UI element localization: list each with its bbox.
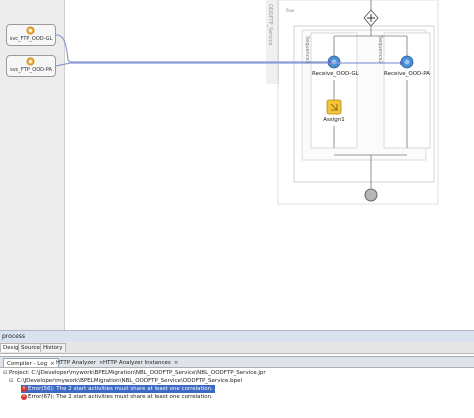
- tab-history[interactable]: History: [40, 343, 66, 352]
- editor-title-bar: process: [0, 330, 474, 342]
- process-end-icon[interactable]: [364, 188, 378, 202]
- assign-label: Assign1: [323, 117, 345, 123]
- receive-gl-label: Receive_OOD-GL: [312, 71, 359, 77]
- error-text: Error(67): The 2 start activities must s…: [28, 394, 213, 400]
- error-icon: ×: [21, 385, 27, 392]
- log-error-row[interactable]: × Error(56): The 2 start activities must …: [21, 385, 215, 393]
- link-wire-gl: [55, 34, 328, 63]
- error-icon: ×: [21, 393, 27, 400]
- compiler-log-area[interactable]: ⊟ Project: C:\JDeveloper\mywork\BPELMigr…: [0, 367, 474, 418]
- receive-pa-label: Receive_OOD-PA: [384, 71, 430, 77]
- sequence2-label: Sequence2: [377, 36, 383, 64]
- editor-title: process: [2, 333, 26, 340]
- tab-http-analyzer-label: HTTP Analyzer: [56, 360, 96, 366]
- process-diagram: [55, 0, 439, 205]
- tab-http-analyzer-instances-label: HTTP Analyzer Instances: [103, 360, 171, 366]
- log-file-line: C:\JDeveloper\mywork\BPELMigration\NBL_O…: [17, 378, 243, 384]
- sequence1-label: Sequence1: [304, 36, 310, 64]
- log-error-row[interactable]: × Error(67): The 2 start activities must …: [21, 393, 213, 401]
- close-icon[interactable]: ×: [174, 360, 179, 366]
- expand-icon[interactable]: ⊟: [3, 370, 7, 376]
- bpel-design-canvas[interactable]: svc_FTP_OOD-GL svc_FTP_OOD-PA ODDFTP_Ser…: [0, 0, 474, 330]
- error-text: Error(56): The 2 start activities must s…: [28, 386, 213, 392]
- design-tabs: Design Source History: [0, 342, 474, 354]
- collapse-icon[interactable]: ⊟: [9, 378, 13, 384]
- flow-label: flow: [286, 8, 295, 13]
- log-project-line: Project: C:\JDeveloper\mywork\BPELMigrat…: [9, 370, 266, 376]
